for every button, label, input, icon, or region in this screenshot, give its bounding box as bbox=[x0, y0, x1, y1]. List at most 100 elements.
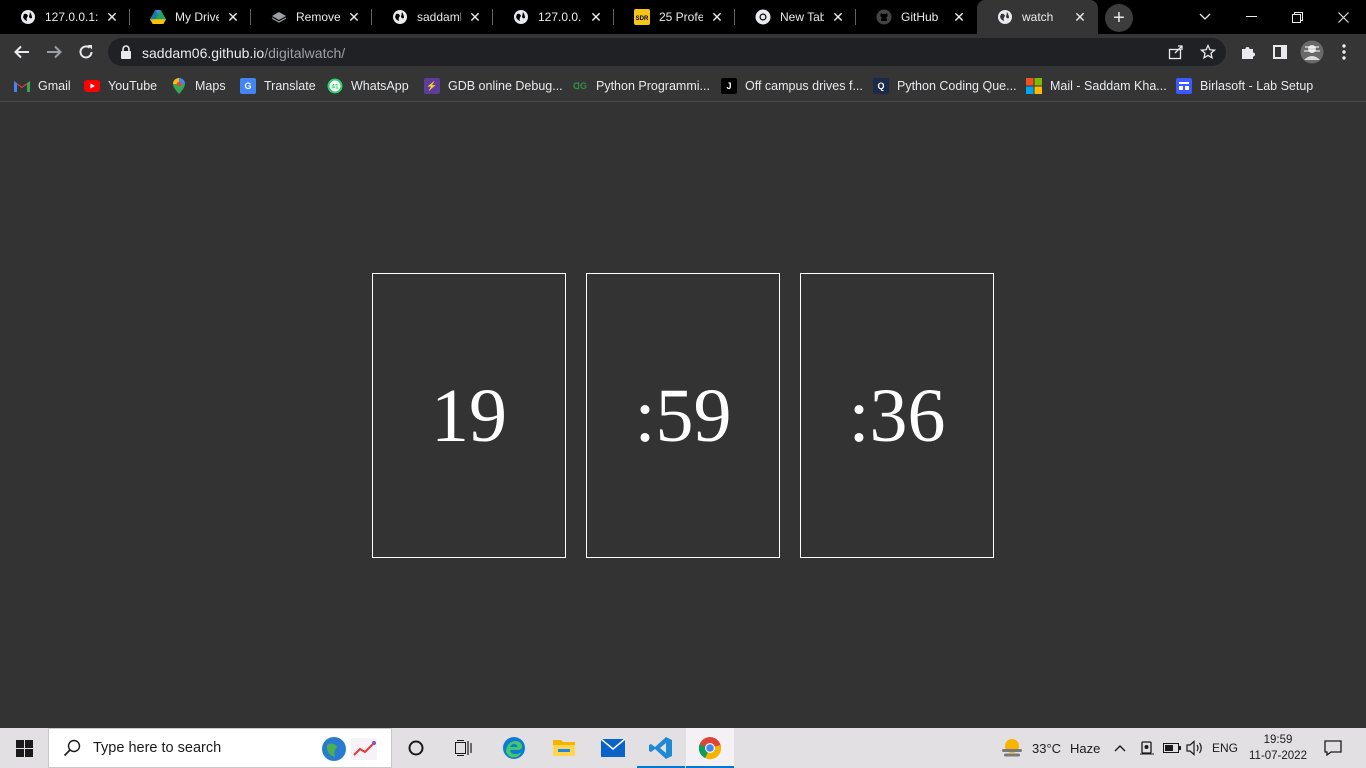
arrow-right-icon bbox=[47, 45, 62, 59]
meet-now-icon[interactable] bbox=[1139, 728, 1155, 768]
task-view-icon bbox=[455, 740, 472, 756]
bookmark-birlasoft[interactable]: Birlasoft - Lab Setup bbox=[1176, 77, 1313, 95]
search-icon bbox=[63, 739, 81, 757]
minutes-value: :59 bbox=[634, 373, 732, 458]
task-view-button[interactable] bbox=[440, 728, 488, 768]
restore-button[interactable] bbox=[1274, 0, 1320, 34]
chrome-icon bbox=[698, 737, 721, 760]
taskbar: 33°C Haze ENG 19:59 11-07-2022 bbox=[0, 728, 1366, 768]
tab-2[interactable]: My Drive - ✕ bbox=[130, 0, 251, 34]
bookmark-python-programming[interactable]: ᗡG Python Programmi... bbox=[572, 77, 710, 95]
minimize-button[interactable] bbox=[1228, 0, 1274, 34]
taskbar-file-explorer[interactable] bbox=[540, 728, 588, 768]
search-input[interactable] bbox=[93, 740, 313, 756]
cortana-button[interactable] bbox=[392, 728, 440, 768]
gmail-icon bbox=[14, 78, 30, 94]
tab-watch-active[interactable]: watch ✕ bbox=[977, 0, 1098, 34]
tab-title: My Drive - bbox=[175, 10, 219, 24]
tab-title: GitHub bbox=[901, 10, 939, 24]
q-icon: Q bbox=[873, 78, 889, 94]
vscode-icon bbox=[649, 737, 672, 759]
translate-icon: G bbox=[240, 78, 256, 94]
bookmark-mail[interactable]: Mail - Saddam Kha... bbox=[1026, 77, 1167, 95]
close-icon[interactable]: ✕ bbox=[951, 9, 967, 25]
close-icon[interactable]: ✕ bbox=[467, 9, 483, 25]
tab-7[interactable]: New Tab ✕ bbox=[735, 0, 856, 34]
close-icon[interactable]: ✕ bbox=[709, 9, 725, 25]
menu-button[interactable] bbox=[1330, 38, 1358, 66]
page-content: 19 :59 :36 bbox=[0, 102, 1366, 728]
back-button[interactable] bbox=[8, 38, 36, 66]
new-tab-button[interactable]: + bbox=[1105, 4, 1133, 32]
close-window-button[interactable] bbox=[1320, 0, 1366, 34]
side-panel-button[interactable] bbox=[1266, 38, 1294, 66]
address-bar[interactable]: saddam06.github.io/digitalwatch/ bbox=[108, 38, 1226, 66]
restore-icon bbox=[1291, 11, 1303, 23]
drive-icon bbox=[150, 9, 166, 25]
share-icon[interactable] bbox=[1168, 44, 1184, 60]
taskbar-chrome[interactable] bbox=[686, 728, 734, 768]
close-icon[interactable]: ✕ bbox=[1072, 9, 1088, 25]
bookmark-off-campus[interactable]: J Off campus drives f... bbox=[721, 77, 863, 95]
tab-5[interactable]: 127.0.0.1:5 ✕ bbox=[493, 0, 614, 34]
bookmark-maps[interactable]: Maps bbox=[171, 77, 226, 95]
battery-icon[interactable] bbox=[1163, 728, 1181, 768]
notification-icon bbox=[1324, 740, 1342, 756]
taskbar-edge[interactable] bbox=[490, 728, 538, 768]
weather-widget[interactable]: 33°C Haze bbox=[1000, 728, 1100, 768]
bookmark-whatsapp[interactable]: 41 WhatsApp bbox=[327, 77, 409, 95]
weather-temp: 33°C bbox=[1032, 740, 1062, 756]
lock-icon bbox=[121, 45, 131, 59]
profile-avatar[interactable] bbox=[1298, 38, 1326, 66]
tab-title: Remove Ba bbox=[296, 10, 340, 24]
tab-title: 127.0.0.1:5 bbox=[538, 10, 582, 24]
sdr-icon: SDR bbox=[634, 9, 650, 25]
tab-title: saddamkh bbox=[417, 10, 461, 24]
tab-title: 25 Professi bbox=[659, 10, 703, 24]
windows-icon bbox=[15, 739, 33, 757]
tab-4[interactable]: saddamkh ✕ bbox=[372, 0, 493, 34]
url-path: /digitalwatch/ bbox=[264, 45, 346, 61]
more-vertical-icon bbox=[1342, 44, 1346, 60]
taskbar-vscode[interactable] bbox=[637, 728, 685, 768]
star-icon[interactable] bbox=[1200, 44, 1216, 60]
youtube-icon bbox=[84, 78, 100, 94]
search-highlight-icon bbox=[319, 735, 379, 768]
tab-1[interactable]: 127.0.0.1:5 ✕ bbox=[0, 0, 130, 34]
chevron-up-icon bbox=[1114, 745, 1126, 752]
close-icon[interactable]: ✕ bbox=[225, 9, 241, 25]
bookmark-gmail[interactable]: Gmail bbox=[14, 77, 71, 95]
close-icon[interactable]: ✕ bbox=[830, 9, 846, 25]
tab-search-button[interactable] bbox=[1182, 0, 1228, 34]
close-icon[interactable]: ✕ bbox=[104, 9, 120, 25]
github-icon bbox=[876, 9, 892, 25]
taskbar-mail[interactable] bbox=[589, 728, 637, 768]
language-indicator[interactable]: ENG bbox=[1212, 728, 1238, 768]
taskbar-search[interactable] bbox=[48, 728, 392, 768]
forward-button[interactable] bbox=[40, 38, 68, 66]
close-icon[interactable]: ✕ bbox=[588, 9, 604, 25]
tab-8[interactable]: GitHub ✕ bbox=[856, 0, 977, 34]
clock-date: 11-07-2022 bbox=[1249, 750, 1307, 762]
bookmarks-bar: Gmail YouTube Maps G Translate 41 WhatsA… bbox=[0, 71, 1366, 102]
weather-haze-icon bbox=[1002, 739, 1022, 757]
taskbar-clock[interactable]: 19:59 11-07-2022 bbox=[1246, 732, 1310, 764]
tab-3[interactable]: Remove Ba ✕ bbox=[251, 0, 372, 34]
notifications-button[interactable] bbox=[1324, 728, 1342, 768]
chrome-icon bbox=[755, 9, 771, 25]
gfg-icon: ᗡG bbox=[573, 80, 587, 91]
volume-icon[interactable] bbox=[1186, 728, 1204, 768]
bookmark-gdb[interactable]: ⚡ GDB online Debug... bbox=[424, 77, 563, 95]
bookmark-python-coding[interactable]: Q Python Coding Que... bbox=[873, 77, 1017, 95]
bookmark-translate[interactable]: G Translate bbox=[240, 77, 316, 95]
tab-title: 127.0.0.1:5 bbox=[45, 10, 98, 24]
reload-button[interactable] bbox=[72, 38, 100, 66]
birlasoft-icon bbox=[1176, 78, 1192, 94]
j-icon: J bbox=[721, 78, 737, 94]
tab-6[interactable]: SDR 25 Professi ✕ bbox=[614, 0, 735, 34]
show-hidden-icons[interactable] bbox=[1114, 728, 1126, 768]
bookmark-youtube[interactable]: YouTube bbox=[84, 77, 157, 95]
close-icon[interactable]: ✕ bbox=[346, 9, 362, 25]
extensions-button[interactable] bbox=[1234, 38, 1262, 66]
start-button[interactable] bbox=[0, 728, 48, 768]
